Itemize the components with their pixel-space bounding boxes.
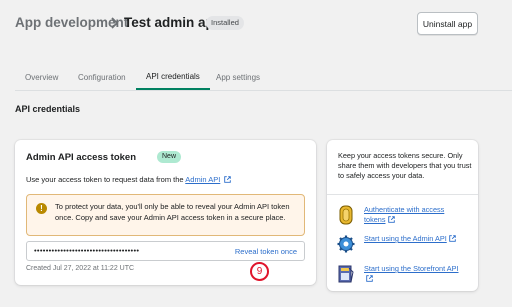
external-link-icon: [448, 235, 456, 242]
authenticate-tokens-link[interactable]: Authenticate with access tokens: [364, 205, 464, 225]
warning-icon: !: [36, 203, 47, 214]
page-header: App development Test admin app Installed…: [0, 0, 512, 48]
coin-token-icon: [339, 205, 353, 225]
tab-app-settings[interactable]: App settings: [206, 64, 270, 90]
tab-overview[interactable]: Overview: [15, 64, 68, 90]
step-number-marker: 9: [250, 262, 269, 281]
masked-token: ••••••••••••••••••••••••••••••••••••: [34, 246, 140, 255]
chevron-right-icon: [111, 17, 119, 29]
security-note: Keep your access tokens secure. Only sha…: [338, 151, 472, 180]
banner-text: To protect your data, you'll only be abl…: [55, 202, 290, 222]
admin-api-guide-link[interactable]: Start using the Admin API: [364, 234, 464, 244]
tab-api-credentials[interactable]: API credentials: [136, 64, 210, 90]
reveal-token-button[interactable]: Reveal token once: [235, 247, 297, 256]
gear-icon: [337, 235, 355, 253]
external-link-icon: [387, 216, 395, 223]
divider: [327, 194, 478, 195]
access-token-field[interactable]: •••••••••••••••••••••••••••••••••••• Rev…: [26, 241, 305, 261]
access-token-card: Admin API access token New Use your acce…: [15, 140, 316, 285]
new-badge: New: [157, 151, 182, 163]
warning-banner: ! To protect your data, you'll only be a…: [26, 194, 305, 236]
card-description: Use your access token to request data fr…: [26, 175, 232, 184]
status-badge: Installed: [206, 16, 244, 30]
storefront-icon: [338, 265, 354, 283]
storefront-api-guide-link[interactable]: Start using the Storefront API: [364, 264, 464, 284]
admin-api-link[interactable]: Admin API: [185, 175, 220, 184]
card-title: Admin API access token: [26, 152, 136, 163]
description-text: Use your access token to request data fr…: [26, 175, 184, 184]
tab-configuration[interactable]: Configuration: [68, 64, 136, 90]
uninstall-app-button[interactable]: Uninstall app: [417, 12, 478, 35]
resources-card: Keep your access tokens secure. Only sha…: [327, 140, 478, 291]
section-title: API credentials: [15, 104, 81, 114]
tab-bar: Overview Configuration API credentials A…: [15, 64, 512, 91]
created-timestamp: Created Jul 27, 2022 at 11:22 UTC: [26, 265, 135, 272]
external-link-icon: [224, 176, 232, 183]
external-link-icon: [366, 275, 373, 282]
